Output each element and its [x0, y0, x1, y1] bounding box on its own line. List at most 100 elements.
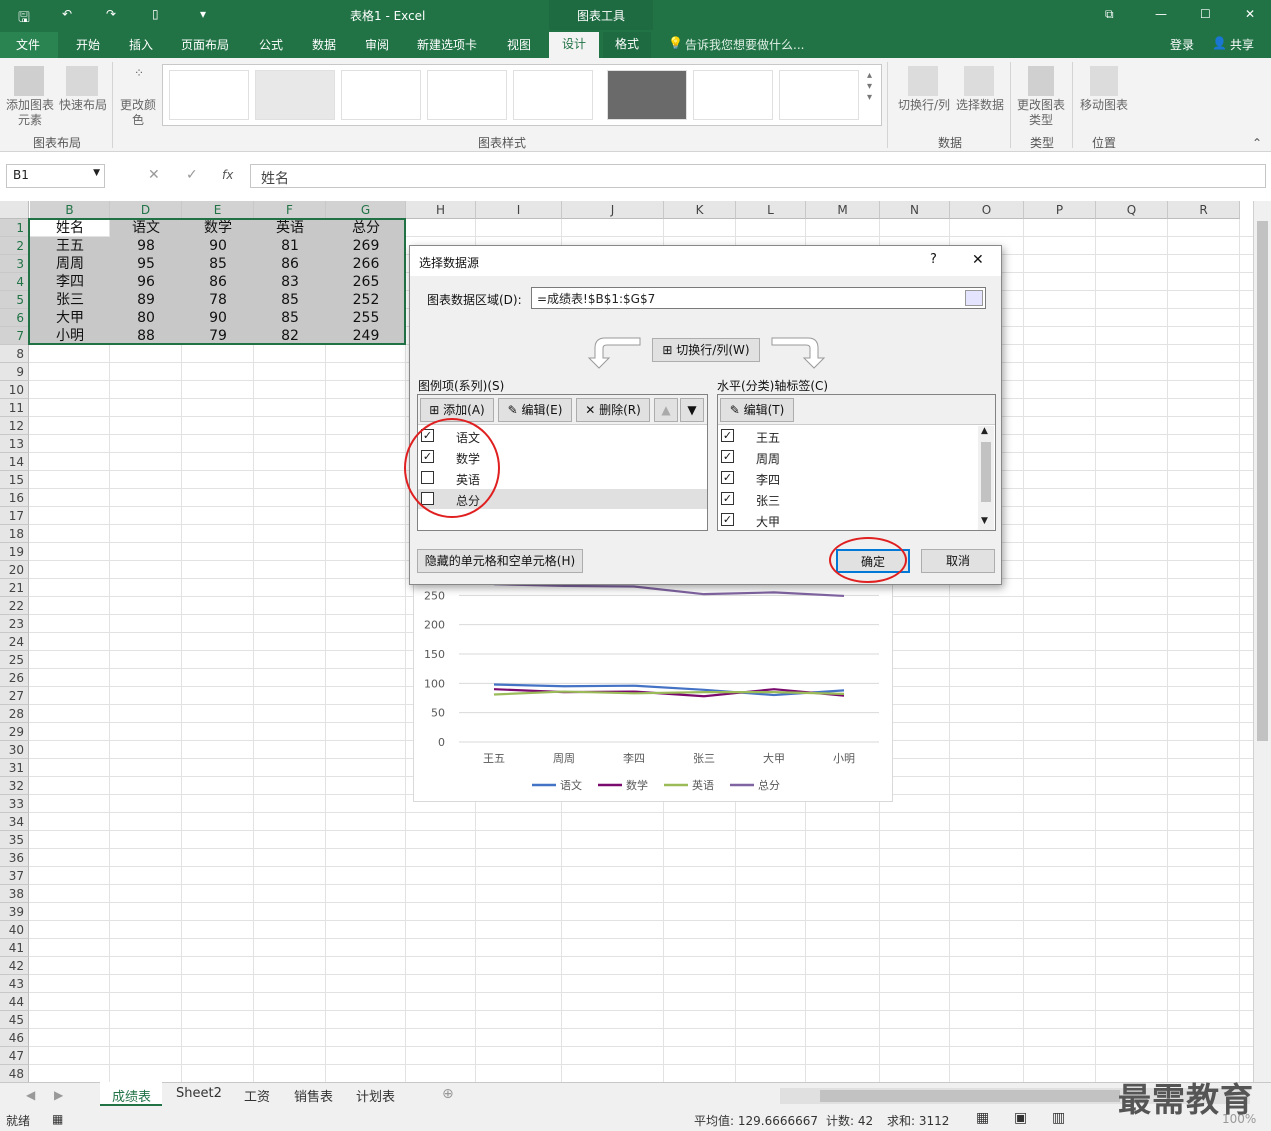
axis-list-item[interactable]: ✓ 大甲 [718, 510, 976, 530]
column-header[interactable]: B [30, 201, 110, 219]
column-header[interactable]: I [476, 201, 562, 219]
row-header[interactable]: 13 [0, 435, 29, 453]
edit-axis-button[interactable]: ✎ 编辑(T) [720, 398, 794, 422]
chart-style-8[interactable] [779, 70, 859, 120]
minimize-icon[interactable]: — [1155, 7, 1167, 21]
row-header[interactable]: 41 [0, 939, 29, 957]
sheet-tab-4[interactable]: 销售表 [294, 1086, 333, 1105]
tab-insert[interactable]: 插入 [129, 36, 153, 53]
delete-series-button[interactable]: ✕ 删除(R) [576, 398, 650, 422]
select-data-button[interactable]: 选择数据 [954, 98, 1006, 113]
row-header[interactable]: 21 [0, 579, 29, 597]
tab-new[interactable]: 新建选项卡 [417, 36, 477, 53]
row-header[interactable]: 26 [0, 669, 29, 687]
row-header[interactable]: 38 [0, 885, 29, 903]
macro-icon[interactable]: ▦ [52, 1112, 63, 1126]
column-header[interactable]: G [326, 201, 406, 219]
row-header[interactable]: 45 [0, 1011, 29, 1029]
tab-review[interactable]: 审阅 [365, 36, 389, 53]
row-header[interactable]: 39 [0, 903, 29, 921]
column-header[interactable]: R [1168, 201, 1240, 219]
chart-style-2[interactable] [255, 70, 335, 120]
cancel-icon[interactable]: ✕ [148, 167, 160, 183]
quick-layout-button[interactable]: 快速布局 [58, 98, 108, 113]
column-header[interactable]: O [950, 201, 1024, 219]
row-header[interactable]: 3 [0, 255, 29, 273]
chart-style-4[interactable] [427, 70, 507, 120]
row-header[interactable]: 7 [0, 327, 29, 345]
axis-checkbox[interactable]: ✓ [721, 513, 734, 526]
change-chart-type-button[interactable]: 更改图表类型 [1015, 98, 1067, 128]
chart-style-5[interactable] [513, 70, 593, 120]
tab-formulas[interactable]: 公式 [259, 36, 283, 53]
axis-labels-list[interactable]: ✎ 编辑(T) ✓ 王五 ✓ 周周 ✓ 李四 ✓ 张三 ✓ 大甲 ▲ ▼ [717, 394, 996, 531]
row-header[interactable]: 6 [0, 309, 29, 327]
row-header[interactable]: 34 [0, 813, 29, 831]
dialog-close-icon[interactable]: ✕ [972, 252, 984, 268]
help-icon[interactable]: ? [930, 252, 937, 267]
scroll-down-icon[interactable]: ▼ [981, 516, 988, 526]
row-header[interactable]: 42 [0, 957, 29, 975]
chart-style-3[interactable] [341, 70, 421, 120]
chart-style-6[interactable] [607, 70, 687, 120]
gallery-scroll-icon[interactable]: ▴ ▾ ▾ [867, 70, 879, 120]
vertical-scrollbar[interactable] [1253, 201, 1271, 1082]
scroll-up-icon[interactable]: ▲ [981, 426, 988, 436]
switch-row-col-button[interactable]: 切换行/列 [895, 98, 953, 113]
row-header[interactable]: 46 [0, 1029, 29, 1047]
row-header[interactable]: 11 [0, 399, 29, 417]
scroll-thumb[interactable] [820, 1090, 1120, 1102]
column-header[interactable]: J [562, 201, 664, 219]
save-icon[interactable]: 🖫 [18, 7, 30, 31]
line-chart[interactable]: 250 200 150 100 50 0 王五 周周 李四 张三 大甲 小明 语文 数学 英语 总分 [413, 580, 893, 802]
tab-page-layout[interactable]: 页面布局 [181, 36, 229, 53]
row-header[interactable]: 5 [0, 291, 29, 309]
row-header[interactable]: 17 [0, 507, 29, 525]
axis-list-item[interactable]: ✓ 李四 [718, 468, 976, 488]
move-up-button[interactable]: ▲ [654, 398, 678, 422]
column-header[interactable]: L [736, 201, 806, 219]
row-header[interactable]: 16 [0, 489, 29, 507]
row-header[interactable]: 27 [0, 687, 29, 705]
move-chart-button[interactable]: 移动图表 [1076, 98, 1132, 113]
column-header[interactable]: E [182, 201, 254, 219]
page-break-view-icon[interactable]: ▥ [1052, 1110, 1065, 1126]
enter-icon[interactable]: ✓ [186, 167, 198, 183]
axis-checkbox[interactable]: ✓ [721, 429, 734, 442]
row-header[interactable]: 40 [0, 921, 29, 939]
row-header[interactable]: 48 [0, 1065, 29, 1083]
column-header[interactable]: K [664, 201, 736, 219]
sheet-tab-3[interactable]: 工资 [244, 1086, 270, 1105]
row-header[interactable]: 30 [0, 741, 29, 759]
sheet-tab-5[interactable]: 计划表 [356, 1086, 395, 1105]
column-header[interactable]: H [406, 201, 476, 219]
new-icon[interactable]: ▯ [152, 7, 159, 21]
tab-file-label[interactable]: 文件 [16, 36, 40, 53]
axis-list-scrollbar[interactable]: ▲ ▼ [978, 426, 994, 530]
row-header[interactable]: 22 [0, 597, 29, 615]
row-header[interactable]: 32 [0, 777, 29, 795]
normal-view-icon[interactable]: ▦ [976, 1110, 989, 1126]
chart-styles-gallery[interactable]: ▴ ▾ ▾ [162, 64, 882, 126]
row-header[interactable]: 24 [0, 633, 29, 651]
row-header[interactable]: 19 [0, 543, 29, 561]
row-header[interactable]: 2 [0, 237, 29, 255]
scroll-thumb[interactable] [981, 442, 991, 502]
sheet-tab-2[interactable]: Sheet2 [176, 1086, 222, 1101]
row-header[interactable]: 25 [0, 651, 29, 669]
row-header[interactable]: 29 [0, 723, 29, 741]
scroll-thumb[interactable] [1257, 221, 1268, 741]
customize-icon[interactable]: ▾ [200, 7, 206, 21]
sheet-tab-1[interactable]: 成绩表 [112, 1086, 151, 1105]
add-element-button[interactable]: 添加图表元素 [4, 98, 56, 128]
login-link[interactable]: 登录 [1170, 36, 1194, 53]
row-header[interactable]: 23 [0, 615, 29, 633]
axis-checkbox[interactable]: ✓ [721, 492, 734, 505]
redo-icon[interactable]: ↷ [106, 7, 116, 21]
row-header[interactable]: 35 [0, 831, 29, 849]
switch-row-col-dialog-button[interactable]: ⊞ 切换行/列(W) [652, 338, 760, 362]
row-header[interactable]: 9 [0, 363, 29, 381]
edit-series-button[interactable]: ✎ 编辑(E) [498, 398, 572, 422]
maximize-icon[interactable]: ☐ [1200, 7, 1211, 21]
row-header[interactable]: 10 [0, 381, 29, 399]
